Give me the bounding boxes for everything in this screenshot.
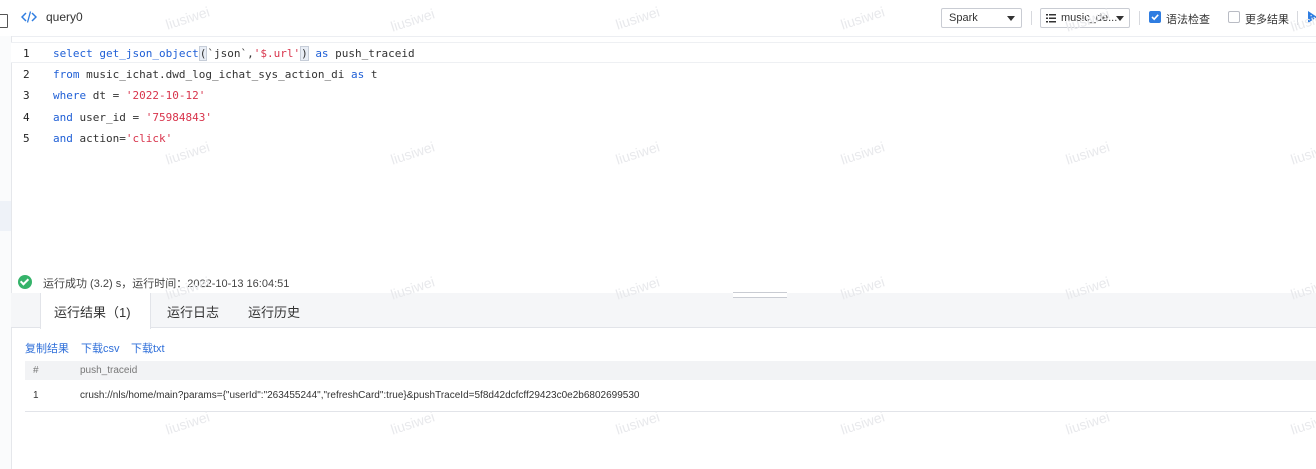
code-token: ) <box>300 46 309 61</box>
tab-label: 运行日志 <box>167 305 220 320</box>
more-results-checkbox[interactable] <box>1228 11 1240 23</box>
code-line[interactable]: 4 and user_id = '75984843' <box>11 107 1316 128</box>
code-token: push_traceid <box>328 47 415 60</box>
list-icon <box>1046 14 1056 23</box>
code-token: 'click' <box>125 132 173 145</box>
tab-run-log[interactable]: 运行日志 <box>151 293 231 328</box>
code-token: and <box>53 110 73 124</box>
code-token: `json` <box>207 47 248 60</box>
code-line[interactable]: 1 select get_json_object(`json`,'$.url') … <box>11 42 1316 63</box>
code-token: and <box>53 132 73 145</box>
watermark-text: liusiwei <box>388 408 437 438</box>
code-token: where <box>53 89 87 102</box>
engine-select-value: Spark <box>949 12 978 24</box>
line-number: 4 <box>23 110 30 124</box>
query-tab-title[interactable]: query0 <box>46 10 83 24</box>
sidebar-highlight <box>0 201 11 231</box>
check-icon <box>1151 14 1159 21</box>
code-token: '$.url' <box>253 47 301 60</box>
watermark-text: liusiwei <box>613 408 662 438</box>
code-line[interactable]: 2 from music_ichat.dwd_log_ichat_sys_acti… <box>11 64 1316 85</box>
code-token: '75984843' <box>145 110 212 124</box>
line-number: 2 <box>23 67 30 81</box>
code-token: '2022-10-12' <box>125 89 206 102</box>
watermark-text: liusiwei <box>1063 408 1112 438</box>
line-number: 1 <box>23 47 30 60</box>
tab-label: 运行历史 <box>248 305 301 320</box>
code-token: t <box>364 67 378 81</box>
success-icon <box>18 275 32 289</box>
divider <box>1031 11 1032 25</box>
code-text[interactable]: and action='click' <box>53 132 172 145</box>
more-results-label[interactable]: 更多结果 <box>1245 11 1289 27</box>
code-token: as <box>351 67 365 81</box>
engine-select[interactable]: Spark <box>941 8 1022 28</box>
resize-handle[interactable] <box>733 292 787 298</box>
tab-run-history[interactable]: 运行历史 <box>231 293 311 328</box>
table-header: # push_traceid <box>25 361 1316 380</box>
copy-results-link[interactable]: 复制结果 <box>25 340 69 356</box>
code-token: dt = <box>86 89 126 102</box>
code-token: music_ichat.dwd_log_ichat_sys_action_di <box>79 67 352 81</box>
code-text[interactable]: select get_json_object(`json`,'$.url') a… <box>53 46 415 61</box>
row-index: 1 <box>33 390 39 401</box>
code-text[interactable]: and user_id = '75984843' <box>53 111 212 124</box>
chevron-down-icon <box>1116 16 1124 21</box>
tab-run-results[interactable]: 运行结果（1) <box>40 293 151 329</box>
syntax-check-label[interactable]: 语法检查 <box>1166 11 1210 27</box>
column-header-push-traceid[interactable]: push_traceid <box>80 365 137 376</box>
code-token: action= <box>72 132 126 145</box>
cell-push-traceid[interactable]: crush://nls/home/main?params={"userId":"… <box>80 390 639 401</box>
divider <box>1139 11 1140 25</box>
code-icon <box>21 11 37 23</box>
code-token: from <box>53 67 80 81</box>
code-text[interactable]: where dt = '2022-10-12' <box>53 89 205 102</box>
tab-label: 运行结果（1) <box>54 305 131 320</box>
result-tabs: 运行结果（1) 运行日志 运行历史 <box>11 293 1316 329</box>
watermark-text: liusiwei <box>838 408 887 438</box>
code-token: , <box>247 47 254 60</box>
column-header-index: # <box>33 365 39 376</box>
line-number: 5 <box>23 132 30 145</box>
table-row[interactable]: 1 crush://nls/home/main?params={"userId"… <box>25 380 1316 412</box>
watermark-text: liusiwei <box>163 408 212 438</box>
code-token: get_json_object <box>99 47 199 60</box>
code-token: user_id = <box>72 110 146 124</box>
code-token: select <box>53 47 100 60</box>
line-number: 3 <box>23 89 30 102</box>
syntax-check-checkbox[interactable] <box>1149 11 1161 23</box>
watermark-text: liusiwei <box>1288 408 1316 438</box>
code-line[interactable]: 3 where dt = '2022-10-12' <box>11 85 1316 106</box>
chevron-down-icon <box>1007 16 1015 21</box>
panel-toggle-icon[interactable] <box>0 14 8 28</box>
code-text[interactable]: from music_ichat.dwd_log_ichat_sys_actio… <box>53 68 378 81</box>
download-csv-link[interactable]: 下载csv <box>81 340 120 356</box>
download-txt-link[interactable]: 下载txt <box>131 340 165 356</box>
code-token: as <box>315 47 329 60</box>
